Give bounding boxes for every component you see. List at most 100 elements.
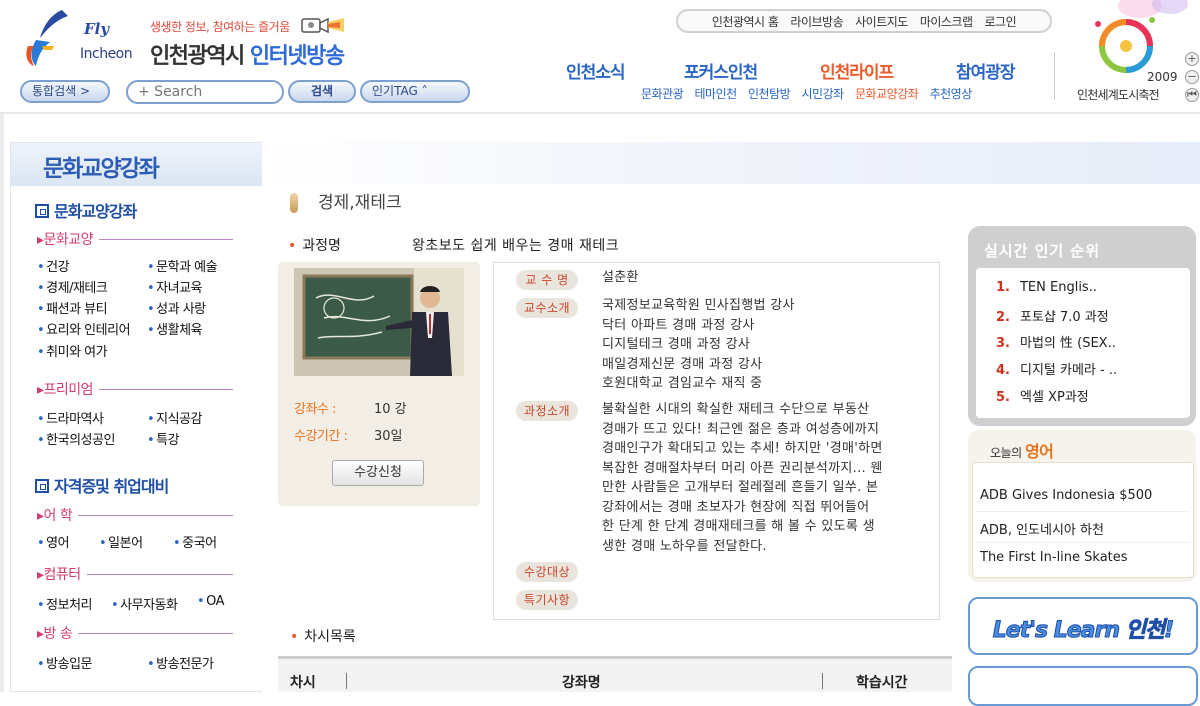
sidebar-item-sports[interactable]: 생활체육 [147, 319, 202, 338]
sidebar-cat-premium[interactable]: ▸프리미엄 [37, 379, 233, 399]
camera-icon [301, 17, 344, 34]
category-divider [86, 573, 233, 575]
sidebar-item-health[interactable]: 건강 [37, 256, 69, 275]
sidebar-item-broadcast-intro[interactable]: 방송입문 [37, 653, 92, 672]
gnb-focus-incheon[interactable]: 포커스인천 [684, 58, 758, 83]
gnb-sub-citizen-lecture[interactable]: 시민강좌 [802, 87, 845, 101]
ranking-item[interactable]: 5. 엑셀 XP과정 [996, 386, 1089, 405]
sidebar-item-oa[interactable]: OA [197, 594, 224, 609]
header-divider [0, 112, 1200, 114]
sidebar-cat-language[interactable]: ▸어 학 [37, 505, 233, 525]
sidebar-item-love[interactable]: 성과 사랑 [147, 298, 206, 317]
english-item[interactable]: ADB, 인도네시아 하천 [980, 519, 1104, 538]
sidebar-item-broadcast-expert[interactable]: 방송전문가 [147, 653, 214, 672]
secondary-banner[interactable] [968, 666, 1198, 706]
util-link-myscrap[interactable]: 마이스크랩 [920, 13, 973, 30]
zoom-reset-icon[interactable]: ⏮ [1185, 88, 1199, 102]
lectures-value: 10 강 [374, 402, 407, 417]
sidebar-item-special[interactable]: 특강 [147, 429, 179, 448]
sidebar-item-office-automation[interactable]: 사무자동화 [111, 594, 178, 613]
sidebar-item-economy[interactable]: 경제/재테크 [37, 277, 108, 296]
intro-line: 국제정보교육학원 민사집행법 강사 [602, 298, 795, 313]
integrated-search-button[interactable]: 통합검색 > [20, 80, 110, 103]
ranking-item[interactable]: 1. TEN Englis.. [996, 280, 1097, 295]
lets-learn-banner[interactable]: Let's Learn 인천! [968, 597, 1198, 655]
gnb-incheon-life[interactable]: 인천라이프 [820, 58, 894, 83]
tag-target: 수강대상 [516, 562, 578, 582]
sidebar-section-career[interactable]: 자격증및 취업대비 [35, 473, 169, 497]
course-name-label: 과정명 [288, 235, 341, 255]
ranking-item[interactable]: 4. 디지털 카메라 - .. [996, 359, 1117, 378]
ranking-number: 1. [996, 280, 1010, 295]
site-title[interactable]: 인천광역시 인터넷방송 [150, 38, 345, 70]
course-intro-line: 한 단계 한 단계 경매재테크를 해 볼 수 있도록 생 [602, 519, 875, 534]
util-link-live[interactable]: 라이브방송 [790, 13, 843, 30]
util-link-login[interactable]: 로그인 [985, 13, 1017, 30]
header: Fly Incheon 생생한 정보, 참여하는 즐거움 인천광역시 인터넷방송… [0, 0, 1200, 112]
english-divider [976, 511, 1190, 512]
ranking-text: 마법의 性 (SEX.. [1019, 336, 1116, 351]
sidebar-item-success[interactable]: 한국의성공인 [37, 429, 115, 448]
sidebar-item-fashion[interactable]: 패션과 뷰티 [37, 298, 107, 317]
chasi-list-title: 차시목록 [290, 626, 356, 646]
sidebar-item-knowledge[interactable]: 지식공감 [147, 408, 202, 427]
gnb-participation[interactable]: 참여광장 [956, 58, 1016, 83]
popular-tag-button[interactable]: 인기TAG ˄ [360, 80, 470, 103]
sidebar-item-drama[interactable]: 드라마역사 [37, 408, 104, 427]
gnb-sub-culture-tour[interactable]: 문화관광 [641, 87, 684, 101]
english-item[interactable]: The First In-line Skates [980, 550, 1128, 565]
sidebar-item-parenting[interactable]: 자녀교육 [147, 277, 202, 296]
site-title-highlight: 인터넷방송 [249, 44, 345, 69]
sidebar-item-literature[interactable]: 문학과 예술 [147, 256, 217, 275]
ranking-text: 디지털 카메라 - .. [1019, 363, 1118, 378]
zoom-in-icon[interactable]: + [1185, 52, 1199, 66]
todays-english-title: 오늘의 영어 [990, 438, 1054, 462]
title-bullet-icon [290, 193, 298, 213]
expo-year: 2009 [1147, 70, 1178, 84]
ranking-item[interactable]: 2. 포토샵 7.0 과정 [996, 306, 1109, 325]
tag-professor: 교 수 명 [516, 270, 578, 290]
th-chasi: 차시 [290, 675, 316, 691]
course-intro-line: 생한 경매 노하우를 전달한다. [602, 538, 767, 554]
utility-links: 인천광역시 홈 라이브방송 사이트지도 마이스크랩 로그인 [676, 9, 1052, 33]
category-label: ▸컴퓨터 [37, 567, 81, 583]
sidebar-item-english[interactable]: 영어 [37, 532, 69, 551]
english-divider [976, 542, 1190, 543]
period-label: 수강기간 : [294, 429, 348, 444]
logo-fly-text: Fly [84, 20, 110, 38]
course-intro-line: 불확실한 시대의 확실한 재테크 수단으로 부동산 [602, 402, 870, 417]
sidebar-item-chinese[interactable]: 중국어 [173, 532, 217, 551]
gnb-sub-culture-lecture[interactable]: 문화교양강좌 [855, 87, 919, 101]
gnb-sub-recommended[interactable]: 추천영상 [930, 87, 973, 101]
english-item[interactable]: ADB Gives Indonesia $500 [980, 488, 1152, 503]
sidebar-section-culture[interactable]: 문화교양강좌 [35, 198, 137, 222]
sidebar-cat-culture[interactable]: ▸문화교양 [37, 229, 233, 249]
search-button[interactable]: 검색 [288, 80, 356, 103]
gnb-incheon-news[interactable]: 인천소식 [566, 58, 626, 83]
zoom-out-icon[interactable]: − [1185, 70, 1199, 84]
sidebar-cat-computer[interactable]: ▸컴퓨터 [37, 564, 233, 584]
sidebar-item-japanese[interactable]: 일본어 [99, 532, 143, 551]
enroll-button[interactable]: 수강신청 [332, 460, 424, 486]
category-label: ▸방 송 [37, 626, 73, 642]
site-title-main: 인천광역시 [150, 44, 245, 69]
lectures-label: 강좌수 : [294, 402, 336, 417]
sidebar-item-info-processing[interactable]: 정보처리 [37, 594, 92, 613]
course-intro-line: 복잡한 경매절차부터 머리 아픈 권리분석까지... 웬 [602, 460, 883, 476]
ranking-text: 포토샵 7.0 과정 [1019, 310, 1109, 325]
util-link-sitemap[interactable]: 사이트지도 [855, 13, 908, 30]
gnb-sub-explore[interactable]: 인천탐방 [748, 87, 791, 101]
gnb-sub-theme[interactable]: 테마인천 [695, 87, 738, 101]
fly-incheon-logo-icon[interactable] [22, 6, 84, 68]
page-title: 경제,재테크 [318, 193, 402, 213]
ranking-item[interactable]: 3. 마법의 性 (SEX.. [996, 332, 1116, 351]
util-link-home[interactable]: 인천광역시 홈 [712, 13, 779, 30]
ranking-number: 2. [996, 310, 1010, 325]
sidebar-cat-broadcast[interactable]: ▸방 송 [37, 623, 233, 643]
sidebar-item-hobby[interactable]: 취미와 여가 [37, 341, 107, 360]
sidebar-item-cooking[interactable]: 요리와 인테리어 [37, 319, 130, 338]
search-input[interactable] [126, 80, 284, 104]
category-divider [99, 388, 233, 390]
sidebar-section-label: 자격증및 취업대비 [54, 477, 169, 496]
ranking-number: 5. [996, 390, 1010, 405]
